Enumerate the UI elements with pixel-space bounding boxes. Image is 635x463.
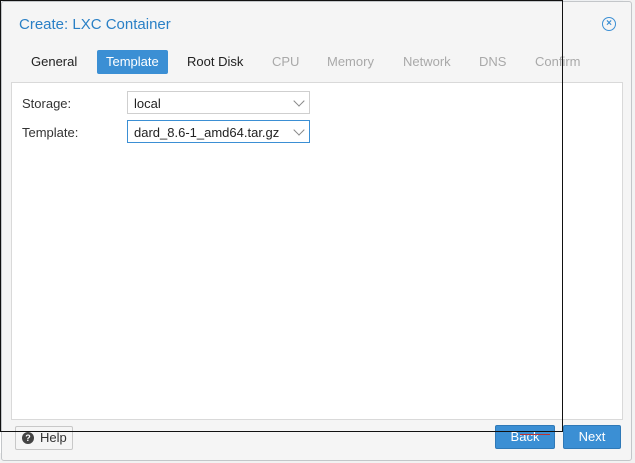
tab-root-disk[interactable]: Root Disk bbox=[178, 50, 252, 74]
storage-label: Storage: bbox=[22, 96, 72, 111]
tab-template[interactable]: Template bbox=[97, 50, 168, 74]
question-circle-icon: ? bbox=[22, 432, 34, 444]
tab-confirm: Confirm bbox=[535, 54, 581, 69]
template-panel: Storage: local Template: dard_8.6-1_amd6… bbox=[11, 82, 623, 420]
template-value: dard_8.6-1_amd64.tar.gz bbox=[134, 125, 280, 140]
back-button[interactable]: Back bbox=[495, 425, 555, 449]
chevron-down-icon[interactable] bbox=[293, 124, 305, 136]
tab-network: Network bbox=[403, 54, 451, 69]
template-label: Template: bbox=[22, 125, 79, 140]
chevron-down-icon[interactable] bbox=[293, 95, 305, 107]
storage-select[interactable]: local bbox=[127, 91, 310, 114]
tab-cpu: CPU bbox=[272, 54, 300, 69]
close-icon[interactable]: × bbox=[602, 17, 616, 31]
tab-memory: Memory bbox=[327, 54, 374, 69]
next-button[interactable]: Next bbox=[563, 425, 621, 449]
dialog-title: Create: LXC Container bbox=[19, 16, 171, 33]
help-label: Help bbox=[40, 430, 67, 445]
create-lxc-dialog: Create: LXC Container × General Template… bbox=[1, 1, 632, 461]
wizard-tabs: General Template Root Disk CPU Memory Ne… bbox=[10, 50, 623, 74]
overlay-marker bbox=[520, 434, 550, 435]
template-select[interactable]: dard_8.6-1_amd64.tar.gz bbox=[127, 120, 310, 143]
tab-general[interactable]: General bbox=[22, 50, 86, 74]
storage-value: local bbox=[134, 96, 161, 111]
help-button[interactable]: ? Help bbox=[15, 426, 73, 450]
tab-dns: DNS bbox=[479, 54, 507, 69]
